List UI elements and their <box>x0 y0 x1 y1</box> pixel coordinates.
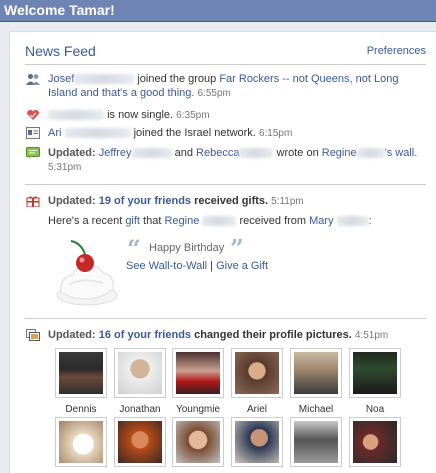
gift-icon <box>26 196 40 207</box>
header-divider <box>25 64 426 65</box>
received-text: received gifts. <box>191 195 269 207</box>
link-divider: | <box>207 260 217 272</box>
recipient-link[interactable]: Regine <box>164 215 199 227</box>
heart-icon <box>27 109 39 120</box>
blurred-name <box>131 148 172 159</box>
timestamp: 5:11pm <box>271 196 304 207</box>
gift-message: Happy Birthday <box>149 242 225 254</box>
possessive[interactable]: 's <box>385 147 393 159</box>
profile-photo-jonathan[interactable] <box>114 348 166 398</box>
gift-text: received from <box>236 215 310 227</box>
timestamp: 5:31pm <box>48 162 82 173</box>
story-group-join: Josef joined the group Far Rockers -- no… <box>25 72 425 102</box>
gift-detail: Here's a recent gift that Regine receive… <box>48 215 428 227</box>
profile-photo[interactable] <box>349 417 401 467</box>
profile-photo[interactable] <box>172 417 224 467</box>
pictures-icon <box>26 329 40 341</box>
photo-name[interactable]: Ariel <box>231 404 283 415</box>
actor-josef[interactable]: Josef <box>48 73 74 85</box>
story-divider <box>25 184 426 185</box>
blurred-name <box>202 216 237 227</box>
photo-name[interactable]: Youngmie <box>172 404 224 415</box>
colon: : <box>368 215 372 227</box>
friends-count-link[interactable]: 16 of your friends <box>99 329 191 341</box>
and-text: and <box>171 147 197 159</box>
top-bar: Welcome Tamar! <box>0 0 436 22</box>
actor-ari[interactable]: Ari <box>48 127 61 139</box>
changed-text: changed their profile pictures. <box>191 329 352 341</box>
updated-label: Updated: <box>48 329 96 341</box>
wall-to-wall-link[interactable]: See Wall-to-Wall <box>126 260 207 272</box>
gift-text: that <box>140 215 165 227</box>
welcome-title: Welcome Tamar! <box>4 2 115 18</box>
network-icon <box>26 127 40 139</box>
profile-photo[interactable] <box>290 417 342 467</box>
preferences-link[interactable]: Preferences <box>367 45 426 57</box>
cake-gift-image[interactable] <box>51 237 121 312</box>
gift-actions: See Wall-to-Wall | Give a Gift <box>126 260 268 272</box>
story-relationship: is now single. 6:35pm <box>25 108 425 124</box>
news-feed-title: News Feed <box>25 43 96 59</box>
story-network: Ari joined the Israel network. 6:15pm <box>25 126 425 142</box>
story-text: joined the group <box>134 73 220 85</box>
story-text: joined the Israel network. <box>130 127 256 139</box>
blurred-name <box>64 128 131 139</box>
blurred-name <box>336 216 369 227</box>
story-wall-post: Updated: Jeffrey and Rebecca wrote on Re… <box>25 146 425 176</box>
wall-link[interactable]: wall. <box>395 147 417 159</box>
story-text: is now single. <box>107 109 174 121</box>
actor-regine[interactable]: Regine <box>322 147 357 159</box>
timestamp: 4:51pm <box>354 330 389 341</box>
quote-open-icon: “ <box>127 234 141 263</box>
news-feed-panel: News Feed Preferences Josef joined the g… <box>9 31 436 473</box>
profile-photo-michael[interactable] <box>290 348 342 398</box>
profile-photo-ariel[interactable] <box>231 348 283 398</box>
photo-name[interactable]: Noa <box>349 404 401 415</box>
photo-name[interactable]: Jonathan <box>114 404 166 415</box>
updated-label: Updated: <box>48 195 96 207</box>
blurred-name <box>48 110 104 121</box>
blurred-name <box>74 74 135 85</box>
profile-photo-youngmie[interactable] <box>172 348 224 398</box>
wall-icon <box>26 147 40 159</box>
profile-photo-noa[interactable] <box>349 348 401 398</box>
timestamp: 6:55pm <box>197 88 231 99</box>
profile-photo[interactable] <box>114 417 166 467</box>
friends-icon <box>26 74 40 85</box>
blurred-name <box>239 148 274 159</box>
actor-jeffrey[interactable]: Jeffrey <box>99 147 132 159</box>
sender-link[interactable]: Mary <box>309 215 333 227</box>
photo-name[interactable]: Dennis <box>55 404 107 415</box>
profile-photo[interactable] <box>55 417 107 467</box>
give-gift-link[interactable]: Give a Gift <box>216 260 268 272</box>
gift-quote: “ Happy Birthday ” <box>127 234 287 263</box>
timestamp: 6:15pm <box>258 128 293 139</box>
photo-name[interactable]: Michael <box>290 404 342 415</box>
actor-rebecca[interactable]: Rebecca <box>196 147 239 159</box>
quote-close-icon: ” <box>230 234 244 263</box>
gift-link[interactable]: gift <box>125 215 140 227</box>
friends-count-link[interactable]: 19 of your friends <box>99 195 191 207</box>
story-gifts: Updated: 19 of your friends received gif… <box>25 194 425 210</box>
blurred-name <box>356 148 385 159</box>
story-divider <box>25 318 426 319</box>
timestamp: 6:35pm <box>176 110 210 121</box>
wrote-text: wrote on <box>273 147 322 159</box>
gift-text: Here's a recent <box>48 215 126 227</box>
profile-photo[interactable] <box>231 417 283 467</box>
updated-label: Updated: <box>48 147 99 159</box>
profile-photo-dennis[interactable] <box>55 348 107 398</box>
story-profile-pictures: Updated: 16 of your friends changed thei… <box>25 328 425 344</box>
